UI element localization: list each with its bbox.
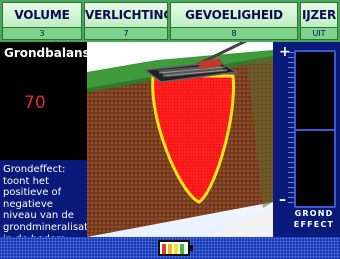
scale-title-line1: GROND bbox=[294, 209, 334, 218]
battery-cell bbox=[174, 244, 178, 254]
battery-cell bbox=[180, 244, 184, 254]
ground-balance-value-box: 70 bbox=[0, 65, 87, 160]
battery-cell bbox=[168, 244, 172, 254]
panel-description: Grondeffect: toont het positieve of nega… bbox=[3, 164, 98, 245]
scale-minus-label: – bbox=[279, 192, 286, 208]
battery-icon bbox=[158, 240, 190, 256]
tab-ijzer[interactable]: IJZER UIT bbox=[300, 2, 338, 40]
tab-verlichting[interactable]: VERLICHTING 7 bbox=[84, 2, 168, 40]
tab-gevoeligheid[interactable]: GEVOELIGHEID 8 bbox=[170, 2, 298, 40]
tab-volume-label: VOLUME bbox=[2, 2, 82, 28]
settings-tab-bar: VOLUME 3 VERLICHTING 7 GEVOELIGHEID 8 IJ… bbox=[0, 0, 340, 42]
scale-title: GROND EFFECT bbox=[288, 208, 340, 230]
ground-effect-scale: + – GROND EFFECT bbox=[273, 42, 340, 237]
tab-volume[interactable]: VOLUME 3 bbox=[2, 2, 82, 40]
ground-balance-panel: Grondbalans 70 Grondeffect: toont het po… bbox=[0, 42, 97, 245]
soil-view bbox=[87, 36, 273, 237]
status-bar bbox=[0, 237, 340, 259]
tab-ijzer-label: IJZER bbox=[300, 2, 338, 28]
tab-verlichting-label: VERLICHTING bbox=[84, 2, 168, 28]
soil-illustration bbox=[87, 36, 273, 237]
scale-zero-line bbox=[294, 129, 336, 131]
tab-ijzer-value: UIT bbox=[300, 28, 338, 40]
detector-screen: VOLUME 3 VERLICHTING 7 GEVOELIGHEID 8 IJ… bbox=[0, 0, 340, 259]
battery-cell bbox=[162, 244, 166, 254]
ground-balance-value: 70 bbox=[24, 93, 46, 113]
tab-gevoeligheid-value: 8 bbox=[170, 28, 298, 40]
tab-verlichting-value: 7 bbox=[84, 28, 168, 40]
battery-tip bbox=[190, 245, 193, 251]
scale-title-line2: EFFECT bbox=[293, 220, 335, 229]
tab-gevoeligheid-label: GEVOELIGHEID bbox=[170, 2, 298, 28]
panel-title: Grondbalans bbox=[0, 42, 90, 65]
tab-volume-value: 3 bbox=[2, 28, 82, 40]
